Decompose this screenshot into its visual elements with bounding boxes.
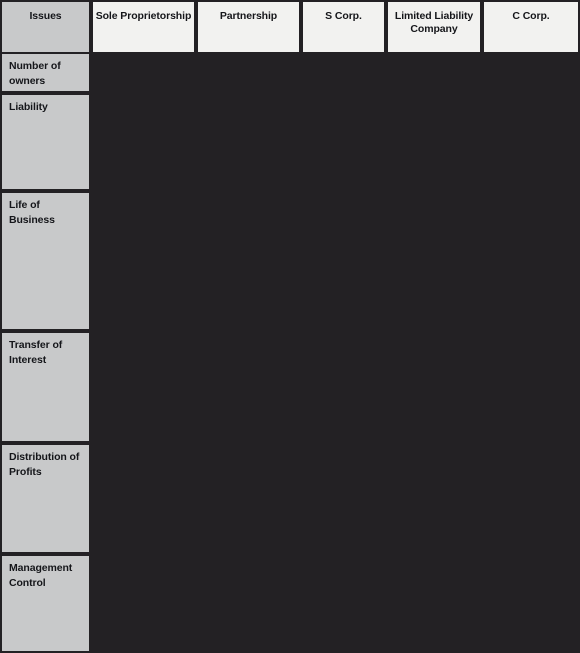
column-header-c-corp: C Corp. [482, 0, 580, 54]
cell-number-of-owners-c-corp [482, 52, 580, 93]
cell-liability-partnership [196, 93, 301, 191]
cell-life-of-business-s-corp [301, 191, 386, 331]
cell-transfer-of-interest-c-corp [482, 331, 580, 443]
cell-management-control-partnership [196, 554, 301, 653]
row-label-liability: Liability [0, 93, 91, 191]
cell-life-of-business-llc [386, 191, 482, 331]
table-body: Number of owners Liability Life of Busin… [0, 52, 580, 653]
cell-transfer-of-interest-s-corp [301, 331, 386, 443]
table-row: Management Control [0, 554, 580, 653]
cell-life-of-business-sole-proprietorship [91, 191, 196, 331]
row-label-distribution-of-profits: Distribution of Profits [0, 443, 91, 554]
column-header-partnership: Partnership [196, 0, 301, 54]
cell-transfer-of-interest-partnership [196, 331, 301, 443]
cell-distribution-of-profits-partnership [196, 443, 301, 554]
cell-management-control-llc [386, 554, 482, 653]
column-header-s-corp: S Corp. [301, 0, 386, 54]
table-row: Liability [0, 93, 580, 191]
cell-number-of-owners-partnership [196, 52, 301, 93]
table-row: Distribution of Profits [0, 443, 580, 554]
cell-liability-llc [386, 93, 482, 191]
row-label-number-of-owners: Number of owners [0, 52, 91, 93]
cell-liability-c-corp [482, 93, 580, 191]
cell-transfer-of-interest-sole-proprietorship [91, 331, 196, 443]
cell-life-of-business-partnership [196, 191, 301, 331]
cell-number-of-owners-llc [386, 52, 482, 93]
cell-transfer-of-interest-llc [386, 331, 482, 443]
cell-distribution-of-profits-sole-proprietorship [91, 443, 196, 554]
row-label-transfer-of-interest: Transfer of Interest [0, 331, 91, 443]
table-row: Life of Business [0, 191, 580, 331]
cell-liability-s-corp [301, 93, 386, 191]
column-header-sole-proprietorship: Sole Proprietorship [91, 0, 196, 54]
cell-life-of-business-c-corp [482, 191, 580, 331]
cell-number-of-owners-s-corp [301, 52, 386, 93]
column-header-limited-liability-company: Limited Liability Company [386, 0, 482, 54]
cell-management-control-c-corp [482, 554, 580, 653]
cell-distribution-of-profits-c-corp [482, 443, 580, 554]
table-header-row: Issues Sole Proprietorship Partnership S… [0, 0, 580, 54]
row-label-management-control: Management Control [0, 554, 91, 653]
table-row: Number of owners [0, 52, 580, 93]
cell-distribution-of-profits-s-corp [301, 443, 386, 554]
table-row: Transfer of Interest [0, 331, 580, 443]
cell-number-of-owners-sole-proprietorship [91, 52, 196, 93]
cell-liability-sole-proprietorship [91, 93, 196, 191]
column-header-issues: Issues [0, 0, 91, 54]
cell-distribution-of-profits-llc [386, 443, 482, 554]
comparison-table-page: Issues Sole Proprietorship Partnership S… [0, 0, 580, 653]
cell-management-control-s-corp [301, 554, 386, 653]
row-label-life-of-business: Life of Business [0, 191, 91, 331]
cell-management-control-sole-proprietorship [91, 554, 196, 653]
